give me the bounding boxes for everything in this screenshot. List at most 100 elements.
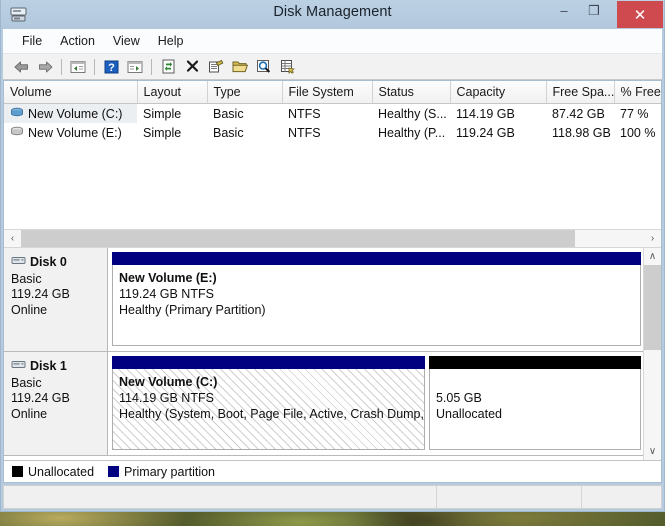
export-list-icon [281,60,295,74]
disk-type: Basic [11,271,42,286]
table-row[interactable]: New Volume (C:) Simple Basic NTFS Health… [4,103,661,123]
partition-type-bar [112,356,425,369]
console-client-area: Volume Layout Type File System Status Ca… [3,80,662,483]
capacity-cell: 119.24 GB [456,125,515,140]
column-header-volume[interactable]: Volume [4,81,138,104]
rescan-disks-button[interactable] [156,56,180,78]
legend-swatch-primary [108,466,120,477]
disk-type: Basic [11,375,42,390]
disk-title-0: Disk 0 [11,255,107,271]
column-header-percent-free[interactable]: % Free [614,81,661,104]
properties-icon [209,59,224,73]
type-cell: Basic [213,125,244,140]
show-action-pane-button[interactable] [123,56,147,78]
legend-label-unallocated: Unallocated [28,464,95,479]
free-space-cell: 87.42 GB [552,106,605,121]
delete-button[interactable] [180,56,204,78]
search-button[interactable] [252,56,276,78]
disk-info-0[interactable]: Disk 0 Basic 119.24 GB Online [4,248,108,351]
scroll-thumb[interactable] [644,265,661,351]
menu-view[interactable]: View [104,32,149,50]
graphical-disk-pane: Disk 0 Basic 119.24 GB Online New Volume… [4,248,661,460]
scroll-track[interactable] [644,265,661,443]
file-system-cell: NTFS [288,125,321,140]
show-hide-console-tree-button[interactable] [66,56,90,78]
status-bar-panel-2 [436,486,581,508]
show-action-pane-icon [127,60,143,73]
column-header-file-system[interactable]: File System [282,81,373,104]
window-titlebar[interactable]: Disk Management – ❒ ✕ [1,0,664,29]
disk-state: Online [11,302,48,317]
partition-status: Healthy (Primary Partition) [119,303,266,317]
percent-free-cell: 77 % [620,106,649,121]
partition-name: New Volume (E:) [119,271,217,285]
help-button[interactable]: ? [99,56,123,78]
partition-e[interactable]: New Volume (E:) 119.24 GB NTFS Healthy (… [112,252,641,346]
delete-icon [186,60,198,72]
disk-info-1[interactable]: Disk 1 Basic 119.24 GB Online [4,352,108,455]
partition-size-fs: 114.19 GB NTFS [119,391,214,405]
maximize-button[interactable]: ❒ [579,0,609,21]
column-header-free-space[interactable]: Free Spa... [546,81,615,104]
open-button[interactable] [228,56,252,78]
status-bar-panel-3 [581,486,661,508]
svg-text:?: ? [108,62,115,74]
volume-list-horizontal-scrollbar[interactable]: ‹ › [4,229,661,247]
disk-drive-icon [11,255,26,271]
scroll-track[interactable] [21,230,644,247]
show-hide-console-tree-icon [70,60,86,73]
close-icon: ✕ [633,6,647,24]
partition-type-bar [428,356,641,369]
percent-free-cell: 100 % [620,125,656,140]
table-row[interactable]: New Volume (E:) Simple Basic NTFS Health… [4,123,661,142]
forward-button[interactable] [33,56,57,78]
partition-legend: Unallocated Primary partition [4,460,661,482]
forward-arrow-icon [38,61,52,72]
scroll-thumb[interactable] [21,230,576,247]
disk-pane-vertical-scrollbar[interactable]: ∧ ∨ [643,248,661,460]
maximize-icon: ❒ [588,2,600,18]
volume-cell: New Volume (E:) [4,123,137,142]
scroll-right-button[interactable]: › [644,230,661,247]
search-icon [257,60,271,73]
partition-unallocated[interactable]: 5.05 GB Unallocated [428,356,641,450]
menu-help[interactable]: Help [149,32,193,50]
status-bar [3,485,662,509]
free-space-cell: 118.98 GB [552,125,611,140]
column-header-status[interactable]: Status [372,81,451,104]
minimize-button[interactable]: – [549,0,579,21]
column-header-layout[interactable]: Layout [137,81,208,104]
partition-type-bar [112,252,641,265]
toolbar-separator-3 [151,58,152,75]
toolbar-separator-2 [94,58,95,75]
partition-details: New Volume (E:) 119.24 GB NTFS Healthy (… [112,265,641,346]
disk-size: 119.24 GB [11,287,70,301]
disk-state: Online [11,406,48,421]
file-system-cell: NTFS [288,106,321,121]
scroll-left-button[interactable]: ‹ [4,230,21,247]
menu-action[interactable]: Action [51,32,104,50]
scroll-down-button[interactable]: ∨ [644,443,661,460]
volume-table: Volume Layout Type File System Status Ca… [4,81,661,142]
disk-title-1: Disk 1 [11,359,107,375]
disk-list: Disk 0 Basic 119.24 GB Online New Volume… [4,248,643,460]
close-button[interactable]: ✕ [617,1,663,28]
partition-details: 5.05 GB Unallocated [428,369,641,450]
menu-file[interactable]: File [13,32,51,50]
disk-management-window: Disk Management – ❒ ✕ File Action View H… [0,0,665,512]
export-list-button[interactable] [276,56,300,78]
properties-button[interactable] [204,56,228,78]
layout-cell: Simple [143,106,182,121]
volume-label: New Volume (C:) [28,106,123,121]
disk-name: Disk 1 [30,359,67,373]
disk-row-1[interactable]: Disk 1 Basic 119.24 GB Online New Volume… [4,352,643,456]
partition-c[interactable]: New Volume (C:) 114.19 GB NTFS Healthy (… [112,356,425,450]
menubar: File Action View Help [3,29,662,54]
column-header-capacity[interactable]: Capacity [450,81,547,104]
column-header-type[interactable]: Type [207,81,283,104]
volume-label: New Volume (E:) [28,125,122,140]
back-button[interactable] [9,56,33,78]
disk-row-0[interactable]: Disk 0 Basic 119.24 GB Online New Volume… [4,248,643,352]
scroll-up-button[interactable]: ∧ [644,248,661,265]
disk-name: Disk 0 [30,255,67,269]
